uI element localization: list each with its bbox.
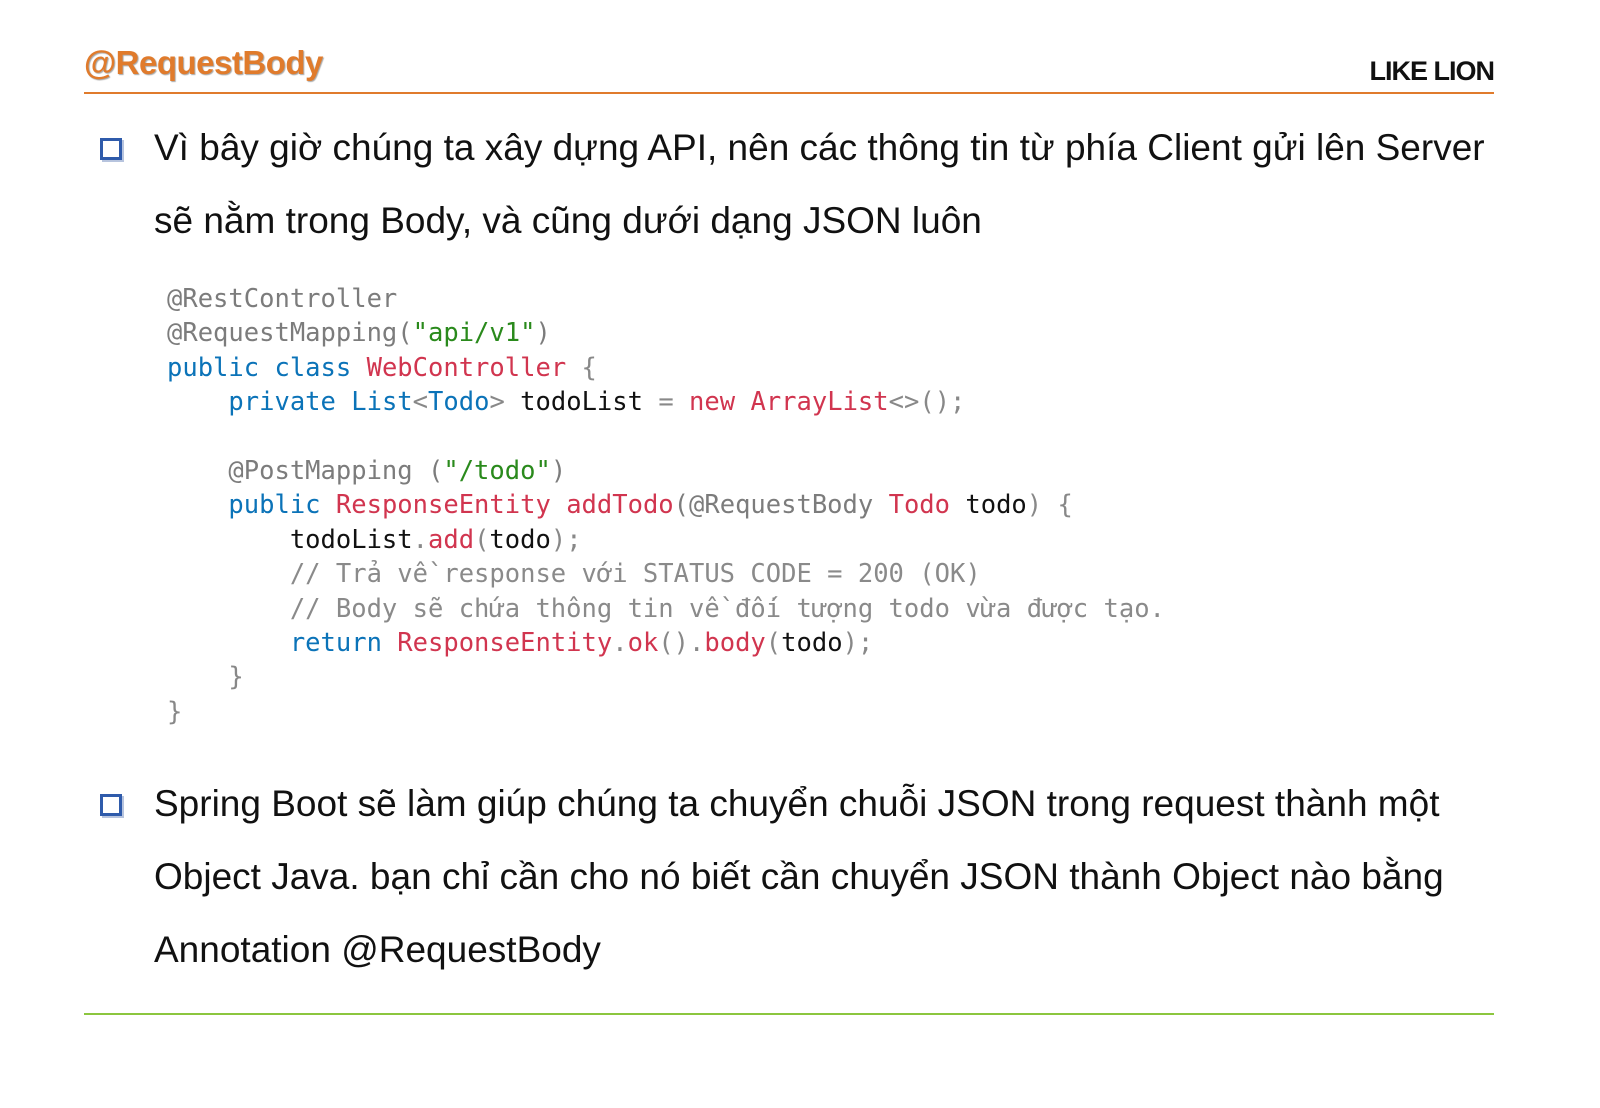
code-line: return ResponseEntity.ok().body(todo); bbox=[167, 626, 1165, 660]
code-block: @RestController @RequestMapping("api/v1")… bbox=[167, 282, 1165, 729]
code-token: { bbox=[566, 352, 597, 383]
code-line: public ResponseEntity addTodo(@RequestBo… bbox=[167, 488, 1165, 522]
code-token: < bbox=[412, 387, 429, 418]
code-token: todo bbox=[489, 524, 551, 555]
code-token: @RequestMapping( bbox=[167, 318, 413, 349]
code-token: "/todo" bbox=[443, 455, 551, 486]
code-line: private List<Todo> todoList = new ArrayL… bbox=[167, 385, 1165, 419]
code-token: // Trả về response với STATUS CODE = 200… bbox=[167, 559, 981, 590]
code-token: . bbox=[612, 627, 628, 658]
code-token: add bbox=[428, 524, 475, 555]
code-token: public class bbox=[167, 352, 367, 383]
code-token: ); bbox=[842, 627, 874, 658]
code-line: todoList.add(todo); bbox=[167, 523, 1165, 557]
code-token: } bbox=[167, 662, 244, 693]
slide-title: @RequestBody bbox=[84, 44, 323, 81]
code-token: private bbox=[167, 387, 352, 418]
code-token: (). bbox=[658, 627, 705, 658]
code-token: todo bbox=[965, 490, 1027, 521]
code-token: "api/v1" bbox=[412, 318, 536, 349]
bullet-item-2: Spring Boot sẽ làm giúp chúng ta chuyển … bbox=[100, 783, 1520, 986]
code-line: @PostMapping ("/todo") bbox=[167, 454, 1165, 488]
code-token: todoList bbox=[520, 387, 643, 418]
code-token: Todo bbox=[428, 387, 490, 418]
code-token: ResponseEntity bbox=[397, 627, 613, 658]
code-token: return bbox=[167, 627, 398, 658]
bullet-item-1: Vì bây giờ chúng ta xây dựng API, nên cá… bbox=[100, 127, 1520, 257]
footer-divider bbox=[84, 1013, 1494, 1015]
code-token: } bbox=[167, 696, 183, 727]
code-token: todoList bbox=[167, 524, 413, 555]
code-line: // Body sẽ chứa thông tin về đối tượng t… bbox=[167, 592, 1165, 626]
code-token: <>(); bbox=[888, 387, 966, 418]
code-token: Todo bbox=[888, 490, 966, 521]
code-token: ( bbox=[474, 524, 490, 555]
code-token: (@RequestBody bbox=[673, 490, 889, 521]
code-token: addTodo bbox=[566, 490, 674, 521]
code-token: ); bbox=[550, 524, 582, 555]
code-token: ok bbox=[627, 627, 659, 658]
bullet-text: Vì bây giờ chúng ta xây dựng API, nên cá… bbox=[154, 127, 1485, 241]
code-token: ) bbox=[550, 455, 567, 486]
bullet-text: Spring Boot sẽ làm giúp chúng ta chuyển … bbox=[154, 783, 1444, 970]
code-line: // Trả về response với STATUS CODE = 200… bbox=[167, 557, 1165, 591]
code-line: public class WebController { bbox=[167, 351, 1165, 385]
code-token: public bbox=[167, 490, 336, 521]
code-token: @PostMapping ( bbox=[167, 455, 444, 486]
code-token: body bbox=[704, 627, 766, 658]
checkbox-bullet-icon bbox=[100, 794, 122, 816]
code-token: todo bbox=[781, 627, 843, 658]
header-divider bbox=[84, 92, 1494, 94]
code-token: new bbox=[689, 387, 751, 418]
code-token: ( bbox=[765, 627, 782, 658]
code-token: ArrayList bbox=[750, 387, 889, 418]
code-line: } bbox=[167, 695, 1165, 729]
brand-logo-text: LIKE LION bbox=[1369, 56, 1495, 86]
code-token: . bbox=[412, 524, 428, 555]
code-token: = bbox=[642, 387, 690, 418]
code-token: @RestController bbox=[167, 284, 398, 314]
code-line: } bbox=[167, 660, 1165, 694]
code-line: @RestController bbox=[167, 282, 1165, 316]
code-line: @RequestMapping("api/v1") bbox=[167, 316, 1165, 350]
code-token: ) bbox=[535, 318, 551, 349]
code-token: // Body sẽ chứa thông tin về đối tượng t… bbox=[167, 593, 1165, 624]
code-token: WebController bbox=[366, 352, 567, 383]
code-token: > bbox=[489, 387, 521, 418]
code-token: List bbox=[351, 387, 413, 418]
checkbox-bullet-icon bbox=[100, 138, 122, 160]
code-token: ResponseEntity bbox=[335, 490, 567, 521]
code-token: ) { bbox=[1026, 490, 1073, 521]
